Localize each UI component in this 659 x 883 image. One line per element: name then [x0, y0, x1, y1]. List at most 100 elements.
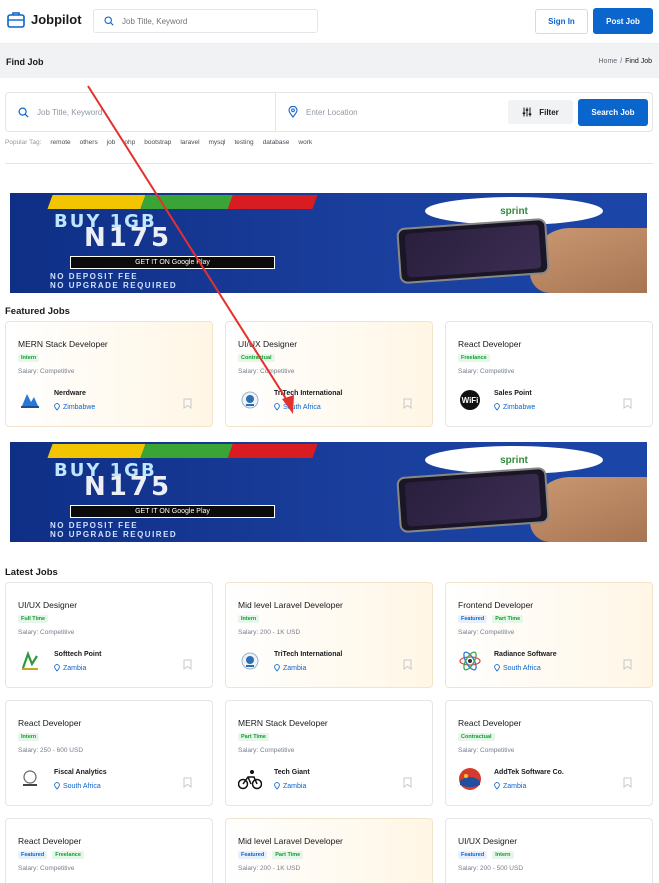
tag-link[interactable]: work: [298, 139, 312, 146]
job-title[interactable]: Mid level Laravel Developer: [238, 836, 343, 846]
bookmark-icon[interactable]: [183, 777, 192, 788]
filter-button[interactable]: Filter: [508, 100, 573, 124]
company-name: AddTek Software Co.: [494, 769, 564, 776]
company-location: Zambia: [54, 664, 86, 672]
header-search[interactable]: [93, 9, 318, 33]
bookmark-icon[interactable]: [623, 398, 632, 409]
job-salary: Salary: Competitive: [458, 629, 515, 636]
bookmark-icon[interactable]: [183, 398, 192, 409]
phone-image: [396, 217, 550, 285]
location-field[interactable]: Enter Location: [288, 93, 358, 131]
job-card[interactable]: React Developer Contractual Salary: Comp…: [445, 700, 653, 806]
ad-banner[interactable]: BUY 1GB N175 GET IT ON Google Play NO DE…: [10, 193, 647, 293]
tag-link[interactable]: testing: [235, 139, 254, 146]
banner-line-1: NO DEPOSIT FEE: [50, 521, 139, 530]
company-logo: [458, 767, 482, 791]
map-pin-icon: [494, 403, 500, 411]
job-title[interactable]: MERN Stack Developer: [18, 339, 108, 349]
sliders-icon: [522, 107, 532, 117]
company-name: Fiscal Analytics: [54, 769, 107, 776]
google-play-badge: GET IT ON Google Play: [70, 505, 275, 518]
network-logos-strip: [47, 444, 318, 458]
job-salary: Salary: Competitive: [238, 368, 295, 375]
tag-link[interactable]: remote: [50, 139, 70, 146]
section-divider: [5, 163, 653, 164]
company-location: Zimbabwe: [494, 403, 535, 411]
job-card[interactable]: React Developer Featured Freelance Salary…: [5, 818, 213, 883]
job-salary: Salary: Competitive: [18, 629, 75, 636]
tag-link[interactable]: php: [124, 139, 135, 146]
post-job-button[interactable]: Post Job: [593, 8, 653, 34]
job-salary: Salary: Competitive: [458, 747, 515, 754]
brand-logo[interactable]: Jobpilot: [7, 11, 82, 28]
tag-link[interactable]: job: [107, 139, 116, 146]
bookmark-icon[interactable]: [403, 659, 412, 670]
banner-price: N175: [84, 223, 173, 253]
banner-price: N175: [84, 472, 173, 502]
company-logo: [238, 767, 262, 791]
top-header: Jobpilot Sign In Post Job: [0, 0, 659, 44]
bookmark-icon[interactable]: [623, 777, 632, 788]
job-title[interactable]: React Developer: [18, 836, 81, 846]
company-logo: WiFi: [458, 388, 482, 412]
latest-jobs-title: Latest Jobs: [5, 567, 58, 578]
tag-link[interactable]: others: [80, 139, 98, 146]
job-card[interactable]: Mid level Laravel Developer Intern Salar…: [225, 582, 433, 688]
job-title[interactable]: Frontend Developer: [458, 600, 533, 610]
filter-label: Filter: [539, 107, 559, 117]
tag-link[interactable]: laravel: [180, 139, 199, 146]
company-name: TriTech International: [274, 390, 343, 397]
job-title[interactable]: UI/UX Designer: [238, 339, 297, 349]
sign-in-button[interactable]: Sign In: [535, 9, 588, 34]
job-badges: Contractual: [458, 733, 495, 741]
keyword-field[interactable]: Job Title, Keyword: [18, 93, 102, 131]
search-job-button[interactable]: Search Job: [578, 99, 648, 126]
search-icon: [104, 16, 114, 26]
svg-text:WiFi: WiFi: [462, 396, 479, 405]
job-card[interactable]: Mid level Laravel Developer Featured Part…: [225, 818, 433, 883]
job-card[interactable]: MERN Stack Developer Intern Salary: Comp…: [5, 321, 213, 427]
job-salary: Salary: 200 - 1K USD: [238, 629, 301, 636]
job-type-badge: Part Time: [272, 851, 304, 859]
tag-link[interactable]: bootstrap: [144, 139, 171, 146]
job-salary: Salary: 250 - 600 USD: [18, 747, 84, 754]
job-title[interactable]: UI/UX Designer: [18, 600, 77, 610]
bookmark-icon[interactable]: [403, 777, 412, 788]
breadcrumb-home[interactable]: Home: [599, 58, 618, 65]
bookmark-icon[interactable]: [623, 659, 632, 670]
bookmark-icon[interactable]: [403, 398, 412, 409]
job-card[interactable]: MERN Stack Developer Part Time Salary: C…: [225, 700, 433, 806]
tag-link[interactable]: mysql: [209, 139, 226, 146]
job-title[interactable]: UI/UX Designer: [458, 836, 517, 846]
job-title[interactable]: MERN Stack Developer: [238, 718, 328, 728]
header-search-input[interactable]: [122, 16, 302, 26]
job-badges: Full Time: [18, 615, 49, 623]
map-pin-icon: [54, 664, 60, 672]
job-card[interactable]: React Developer Freelance Salary: Compet…: [445, 321, 653, 427]
job-type-badge: Intern: [238, 615, 260, 623]
tag-link[interactable]: database: [263, 139, 290, 146]
page-title: Find Job: [6, 57, 44, 67]
job-card[interactable]: Frontend Developer Featured Part Time Sal…: [445, 582, 653, 688]
job-card[interactable]: UI/UX Designer Featured Intern Salary: 20…: [445, 818, 653, 883]
job-title[interactable]: React Developer: [18, 718, 81, 728]
page-header: Find Job Home / Find Job: [0, 44, 659, 78]
job-title[interactable]: React Developer: [458, 718, 521, 728]
job-card[interactable]: UI/UX Designer Contractual Salary: Compe…: [225, 321, 433, 427]
banner-line-2: NO UPGRADE REQUIRED: [50, 530, 178, 539]
job-title[interactable]: React Developer: [458, 339, 521, 349]
ad-banner[interactable]: BUY 1GB N175 GET IT ON Google Play NO DE…: [10, 442, 647, 542]
company-location: South Africa: [494, 664, 541, 672]
job-salary: Salary: Competitive: [458, 368, 515, 375]
job-type-badge: Full Time: [18, 615, 49, 623]
bookmark-icon[interactable]: [183, 659, 192, 670]
featured-jobs-title: Featured Jobs: [5, 306, 70, 317]
job-salary: Salary: Competitive: [18, 368, 75, 375]
job-badges: Intern: [238, 615, 260, 623]
map-pin-icon: [54, 403, 60, 411]
job-salary: Salary: Competitive: [18, 865, 75, 872]
job-card[interactable]: UI/UX Designer Full Time Salary: Competi…: [5, 582, 213, 688]
job-card[interactable]: React Developer Intern Salary: 250 - 600…: [5, 700, 213, 806]
job-badges: Freelance: [458, 354, 490, 362]
job-title[interactable]: Mid level Laravel Developer: [238, 600, 343, 610]
